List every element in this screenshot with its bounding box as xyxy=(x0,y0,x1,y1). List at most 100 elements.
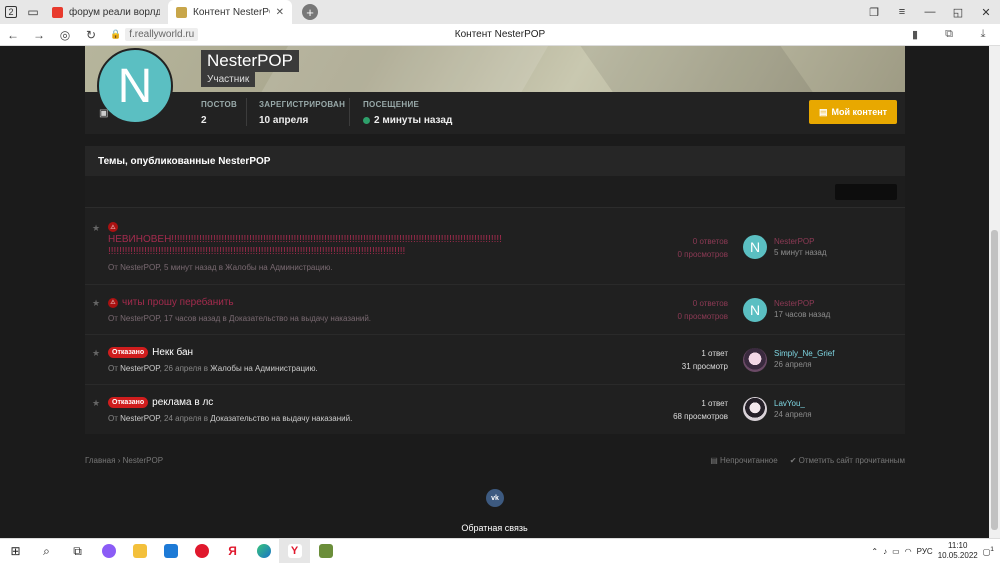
star-icon[interactable]: ★ xyxy=(92,298,100,309)
sort-control[interactable] xyxy=(835,184,897,200)
opera-icon[interactable] xyxy=(186,539,217,563)
tabs-menu-icon[interactable]: ❐ xyxy=(860,6,888,19)
alice-icon[interactable] xyxy=(93,539,124,563)
my-content-button[interactable]: ▤ Мой контент xyxy=(809,100,897,124)
profile-role: Участник xyxy=(201,72,256,87)
stat-label: ЗАРЕГИСТРИРОВАН xyxy=(259,100,346,109)
chevron-up-icon[interactable]: ⌃ xyxy=(871,547,878,556)
topic-title[interactable]: читы прошу перебанить xyxy=(122,297,234,308)
topics-heading: Темы, опубликованные NesterPOP xyxy=(85,146,905,176)
address-bar: ← → ◎ ↻ 🔒 f.reallyworld.ru Контент Neste… xyxy=(0,24,1000,46)
content-icon: ▤ xyxy=(818,106,828,117)
avatar[interactable]: N xyxy=(743,235,767,259)
folder-icon[interactable]: ▭ xyxy=(22,0,44,24)
last-poster: LavYou_ 24 апреля xyxy=(774,398,812,420)
yandex-browser-icon[interactable]: Y xyxy=(279,538,310,563)
table-row[interactable]: ★ Отказано реклама в лс От NesterPOP, 24… xyxy=(85,385,905,434)
breadcrumb: Главная › NesterPOP xyxy=(85,456,163,465)
stat-label: ПОСЕЩЕНИЕ xyxy=(363,100,420,109)
last-poster: NesterPOP 17 часов назад xyxy=(774,298,830,320)
stat-value: 10 апреля xyxy=(259,115,345,126)
avatar[interactable]: N xyxy=(743,298,767,322)
page-scrollbar[interactable] xyxy=(989,46,1000,538)
topic-title-wrap: НЕВИНОВЕН!!!!!!!!!!!!!!!!!!!!!!!!!!!!!!!… xyxy=(108,234,656,258)
minecraft-icon[interactable] xyxy=(310,539,341,563)
star-icon[interactable]: ★ xyxy=(92,398,100,409)
meta-forum[interactable]: Доказательство на выдачу наказаний. xyxy=(210,414,352,423)
speaker-icon[interactable]: ♪ xyxy=(883,547,887,556)
reload-icon[interactable]: ↻ xyxy=(78,28,104,42)
status-badge: Отказано xyxy=(108,347,149,358)
notifications-icon[interactable]: ▢1 xyxy=(983,546,994,557)
battery-icon[interactable]: ▭ xyxy=(892,547,900,556)
reply-count: 0 ответов xyxy=(692,299,728,308)
clock[interactable]: 11:10 10.05.2022 xyxy=(938,541,978,561)
reader-icon[interactable]: ⧉ xyxy=(932,28,966,41)
forum-favicon xyxy=(176,6,187,18)
table-row[interactable]: ★ ⚠ читы прошу перебанить От NesterPOP, … xyxy=(85,285,905,335)
topic-stats: 0 ответов 0 просмотров xyxy=(678,297,729,323)
unread-link[interactable]: ▤ Непрочитанное xyxy=(710,456,777,465)
last-poster-name[interactable]: NesterPOP xyxy=(774,236,827,247)
last-poster-name[interactable]: NesterPOP xyxy=(774,298,830,309)
url-field[interactable]: 🔒 f.reallyworld.ru xyxy=(110,28,199,41)
view-count: 31 просмотр xyxy=(681,362,728,371)
protect-icon[interactable]: ◎ xyxy=(52,28,78,42)
minimize-icon[interactable]: — xyxy=(916,6,944,19)
check-icon: ✔ xyxy=(789,456,799,465)
bookmark-icon[interactable]: ▮ xyxy=(898,28,932,41)
mark-read-link[interactable]: ✔ Отметить сайт прочитанным xyxy=(790,456,905,465)
menu-icon[interactable]: ≡ xyxy=(888,6,916,19)
breadcrumb-home[interactable]: Главная xyxy=(85,456,115,465)
last-poster-name[interactable]: Simply_Ne_Grief xyxy=(774,348,834,359)
stat-value: 2 xyxy=(201,115,237,126)
topic-title[interactable]: НЕВИНОВЕН!!!!!!!!!!!!!!!!!!!!!!!!!!!!!!!… xyxy=(108,234,656,246)
close-window-icon[interactable]: ✕ xyxy=(972,6,1000,19)
avatar[interactable] xyxy=(743,348,767,372)
restore-icon[interactable]: ◱ xyxy=(944,6,972,19)
scrollbar-thumb[interactable] xyxy=(991,230,998,530)
edge-icon[interactable] xyxy=(248,539,279,563)
lang-indicator[interactable]: РУС xyxy=(917,547,933,556)
vk-icon[interactable]: vk xyxy=(486,489,504,507)
topic-title[interactable]: реклама в лс xyxy=(152,397,213,408)
table-row[interactable]: ★ Отказано Некк бан От NesterPOP, 26 апр… xyxy=(85,335,905,385)
back-icon[interactable]: ← xyxy=(0,28,26,42)
table-row[interactable]: ★ ⚠ НЕВИНОВЕН!!!!!!!!!!!!!!!!!!!!!!!!!!!… xyxy=(85,208,905,285)
meta-forum[interactable]: Жалобы на Администрацию. xyxy=(210,364,317,373)
avatar[interactable] xyxy=(743,397,767,421)
forward-icon[interactable]: → xyxy=(26,28,52,42)
close-icon[interactable]: ✕ xyxy=(276,7,284,18)
stat-value-text: 2 минуты назад xyxy=(374,115,453,126)
topics-box: Темы, опубликованные NesterPOP ★ ⚠ НЕВИН… xyxy=(85,146,905,434)
meta-user[interactable]: NesterPOP xyxy=(120,414,159,423)
topic-stats: 1 ответ 68 просмотров xyxy=(673,397,728,423)
mail-icon[interactable] xyxy=(155,539,186,563)
network-icon[interactable]: ◠ xyxy=(905,547,912,556)
last-poster: NesterPOP 5 минут назад xyxy=(774,236,827,258)
windows-start-icon[interactable]: ⊞ xyxy=(0,539,31,563)
star-icon[interactable]: ★ xyxy=(92,348,100,359)
topic-title[interactable]: Некк бан xyxy=(152,347,193,358)
feedback-link[interactable]: Обратная связь xyxy=(0,523,989,533)
task-view-icon[interactable]: ⧉ xyxy=(62,539,93,563)
download-icon[interactable]: ⤓ xyxy=(966,28,1000,41)
last-post-time: 26 апреля xyxy=(774,360,812,369)
date: 10.05.2022 xyxy=(937,551,978,560)
tab-yandex[interactable]: форум реали ворлд — Як xyxy=(44,0,168,24)
star-icon[interactable]: ★ xyxy=(92,223,100,234)
new-tab-button[interactable]: + xyxy=(302,4,318,20)
breadcrumb-current[interactable]: NesterPOP xyxy=(123,456,163,465)
last-poster-name[interactable]: LavYou_ xyxy=(774,398,812,409)
last-post-time: 17 часов назад xyxy=(774,310,831,319)
search-icon[interactable]: ⌕ xyxy=(31,539,62,563)
tab-count-button[interactable]: 2 xyxy=(0,0,22,24)
yandex-icon[interactable]: Я xyxy=(217,539,248,563)
explorer-icon[interactable] xyxy=(124,539,155,563)
meta-user[interactable]: NesterPOP xyxy=(120,364,159,373)
tab-active[interactable]: Контент NesterPOP ✕ xyxy=(168,0,292,24)
topic-title-cont[interactable]: !!!!!!!!!!!!!!!!!!!!!!!!!!!!!!!!!!!!!!!!… xyxy=(108,246,656,258)
stat-registered: ЗАРЕГИСТРИРОВАН 10 апреля xyxy=(259,100,345,126)
warning-icon: ⚠ xyxy=(108,297,118,308)
photo-icon[interactable]: ▣ xyxy=(99,108,108,119)
